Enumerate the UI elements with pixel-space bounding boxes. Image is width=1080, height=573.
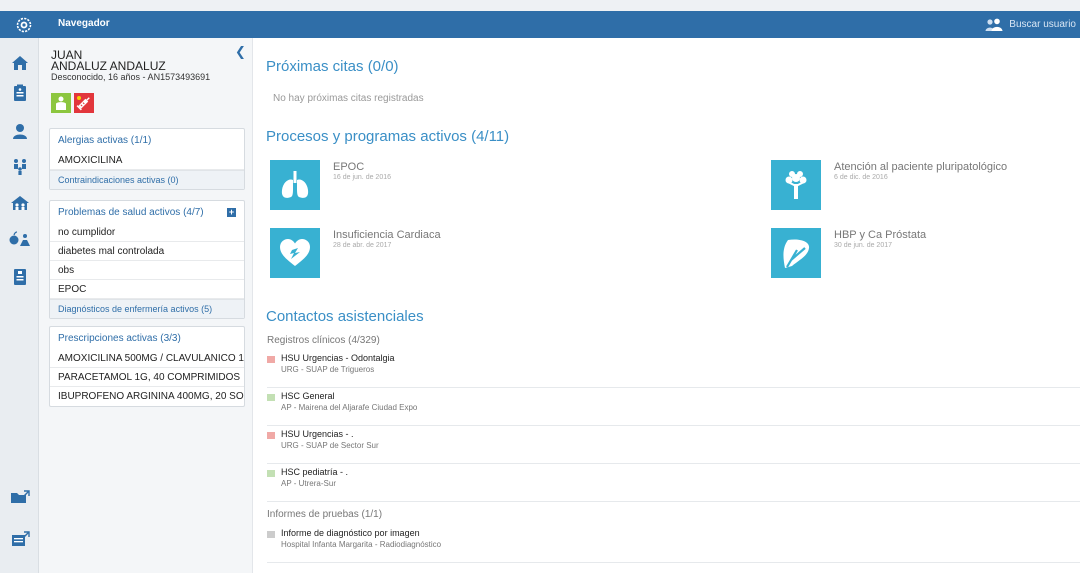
patient-last-name: ANDALUZ ANDALUZ (51, 59, 166, 73)
prescription-item[interactable]: PARACETAMOL 1G, 40 COMPRIMIDOS (50, 368, 244, 387)
sidebar-rail (0, 38, 39, 573)
prescriptions-title[interactable]: Prescripciones activas (3/3) (58, 333, 181, 344)
patient-badges (51, 93, 94, 113)
record-status-marker (267, 394, 275, 401)
community-icon[interactable] (0, 186, 39, 220)
allergies-title[interactable]: Alergias activas (1/1) (50, 129, 244, 151)
home-icon[interactable] (0, 46, 39, 80)
process-name: Atención al paciente pluripatológico (834, 161, 1008, 173)
lungs-icon (270, 160, 320, 210)
plus-icon[interactable]: + (227, 207, 236, 217)
folder-export-icon[interactable] (0, 480, 39, 514)
clipboard-icon[interactable] (0, 76, 39, 110)
top-bar: Navegador Buscar usuario (0, 0, 1080, 38)
record-title: HSC General (281, 391, 335, 401)
process-card[interactable]: HBP y Ca Próstata 30 de jun. de 2017 (771, 228, 1071, 280)
record-status-marker (267, 432, 275, 439)
process-name: EPOC (333, 161, 365, 173)
record-status-marker (267, 531, 275, 538)
record-title: HSC pediatría - . (281, 467, 349, 477)
record-row[interactable]: HSC General AP - Mairena del Aljarafe Ci… (267, 388, 1080, 426)
record-row[interactable]: HSU Urgencias - Odontalgia URG - SUAP de… (267, 350, 1080, 388)
gear-badge-icon[interactable] (0, 11, 48, 38)
syringe-badge-icon[interactable] (74, 93, 94, 113)
tree-icon (771, 160, 821, 210)
record-subtitle: AP - Mairena del Aljarafe Ciudad Expo (281, 403, 418, 412)
heart-icon (270, 228, 320, 278)
processes-title: Procesos y programas activos (4/11) (266, 128, 510, 145)
document-icon[interactable] (0, 260, 39, 294)
process-name: HBP y Ca Próstata (834, 229, 927, 241)
problem-item[interactable]: no cumplidor (50, 223, 244, 242)
record-title: HSU Urgencias - Odontalgia (281, 353, 395, 363)
contacts-title: Contactos asistenciales (266, 308, 424, 325)
appointments-empty: No hay próximas citas registradas (273, 93, 424, 104)
prescription-item[interactable]: IBUPROFENO ARGININA 400MG, 20 SOB... (50, 387, 244, 406)
allergy-item[interactable]: AMOXICILINA (50, 151, 244, 170)
main-content: Próximas citas (0/0) No hay próximas cit… (253, 38, 1080, 573)
test-report-row[interactable]: Informe de diagnóstico por imagen Hospit… (267, 525, 1080, 563)
contraindications-link[interactable]: Contraindicaciones activas (0) (50, 170, 244, 189)
process-date: 16 de jun. de 2016 (333, 174, 391, 181)
record-status-marker (267, 470, 275, 477)
problem-item[interactable]: obs (50, 261, 244, 280)
nutrition-icon[interactable] (0, 222, 39, 256)
record-subtitle: URG - SUAP de Trigueros (281, 365, 375, 374)
process-card[interactable]: Insuficiencia Cardiaca 28 de abr. de 201… (270, 228, 570, 280)
nursing-diagnoses-link[interactable]: Diagnósticos de enfermería activos (5) (50, 299, 244, 318)
record-subtitle: URG - SUAP de Sector Sur (281, 441, 379, 450)
process-date: 30 de jun. de 2017 (834, 242, 892, 249)
search-user-label: Buscar usuario (1009, 19, 1076, 30)
users-icon (985, 18, 1003, 31)
patient-meta: Desconocido, 16 años - AN1573493691 (51, 72, 211, 82)
person-badge-icon[interactable] (51, 93, 71, 113)
process-name: Insuficiencia Cardiaca (333, 229, 441, 241)
problem-item[interactable]: EPOC (50, 280, 244, 299)
allergies-card: Alergias activas (1/1) AMOXICILINA Contr… (49, 128, 245, 190)
report-export-icon[interactable] (0, 522, 39, 556)
record-row[interactable]: HSU Urgencias - . URG - SUAP de Sector S… (267, 426, 1080, 464)
health-problems-card: Problemas de salud activos (4/7) + no cu… (49, 200, 245, 319)
record-title: HSU Urgencias - . (281, 429, 354, 439)
family-icon[interactable] (0, 150, 39, 184)
leaf-icon (771, 228, 821, 278)
user-icon[interactable] (0, 114, 39, 148)
problem-item[interactable]: diabetes mal controlada (50, 242, 244, 261)
process-date: 28 de abr. de 2017 (333, 242, 392, 249)
patient-panel: JUAN ANDALUZ ANDALUZ Desconocido, 16 año… (39, 38, 253, 573)
process-card[interactable]: EPOC 16 de jun. de 2016 (270, 160, 570, 212)
appointments-title: Próximas citas (0/0) (266, 58, 399, 75)
navigator-title: Navegador (58, 18, 110, 29)
chevron-left-icon[interactable]: ❮ (235, 44, 246, 60)
test-report-subtitle: Hospital Infanta Margarita - Radiodiagnó… (281, 540, 442, 549)
health-problems-title[interactable]: Problemas de salud activos (4/7) (58, 207, 204, 218)
allergies-title-label: Alergias activas (1/1) (58, 134, 152, 146)
process-date: 6 de dic. de 2016 (834, 174, 888, 181)
test-report-title: Informe de diagnóstico por imagen (281, 528, 420, 538)
record-row[interactable]: HSC pediatría - . AP - Utrera-Sur (267, 464, 1080, 502)
record-status-marker (267, 356, 275, 363)
health-problems-header: Problemas de salud activos (4/7) + (50, 201, 244, 223)
prescriptions-card: Prescripciones activas (3/3) AMOXICILINA… (49, 326, 245, 407)
prescription-item[interactable]: AMOXICILINA 500MG / CLAVULANICO 12... (50, 349, 244, 368)
record-subtitle: AP - Utrera-Sur (281, 479, 336, 488)
search-user-button[interactable]: Buscar usuario (985, 11, 1080, 38)
tests-title: Informes de pruebas (1/1) (267, 509, 383, 520)
records-title: Registros clínicos (4/329) (267, 335, 380, 346)
prescriptions-header: Prescripciones activas (3/3) (50, 327, 244, 349)
process-card[interactable]: Atención al paciente pluripatológico 6 d… (771, 160, 1071, 212)
navigation-bar: Navegador Buscar usuario (0, 11, 1080, 38)
